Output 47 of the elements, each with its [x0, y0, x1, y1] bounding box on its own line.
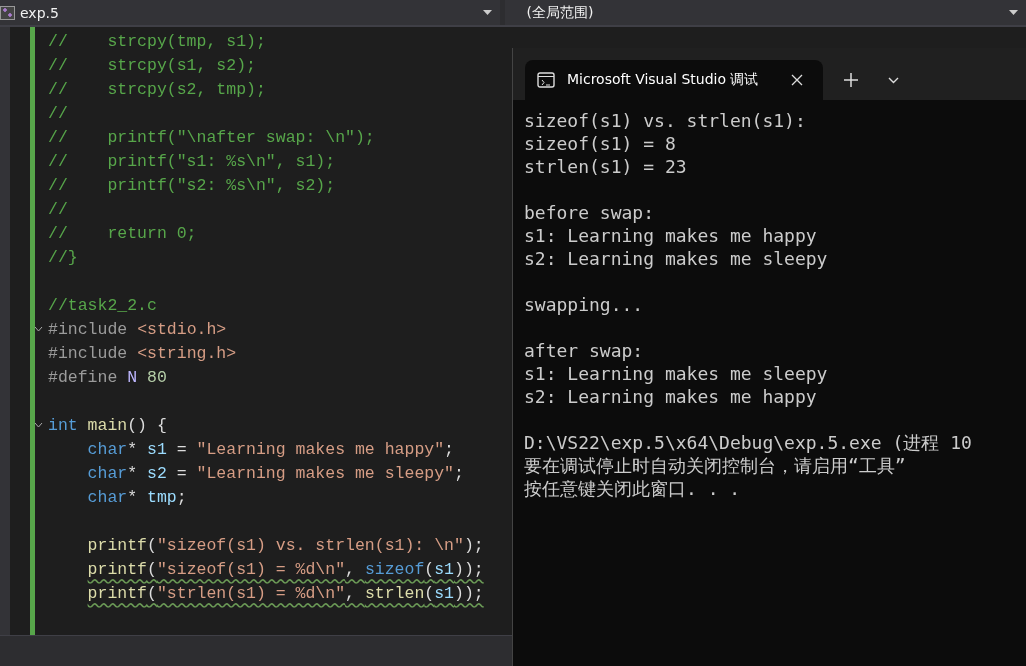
horizontal-scrollbar[interactable]: [0, 635, 512, 666]
code-line: char* s2 = "Learning makes me sleepy";: [87, 463, 464, 485]
code-line: //: [48, 199, 68, 221]
dropdown-caret-icon: [1009, 10, 1018, 15]
code-line: #include <string.h>: [48, 343, 237, 365]
chevron-down-icon: [887, 76, 899, 84]
code-line: // printf("\nafter swap: \n");: [48, 127, 375, 149]
code-line: #define N 80: [48, 367, 167, 389]
code-line: // strcpy(s2, tmp);: [48, 79, 266, 101]
console-line: 按任意键关闭此窗口. . .: [524, 477, 741, 500]
dropdown-caret-icon: [482, 10, 492, 15]
console-line: D:\VS22\exp.5\x64\Debug\exp.5.exe (进程 10: [524, 431, 972, 454]
collapse-icon[interactable]: [34, 422, 43, 428]
console-line: strlen(s1) = 23: [524, 155, 687, 178]
console-line: s1: Learning makes me happy: [524, 224, 817, 247]
console-line: s1: Learning makes me sleepy: [524, 362, 828, 385]
code-line: // printf("s2: %s\n", s2);: [48, 175, 336, 197]
close-icon: [791, 74, 803, 86]
console-tab[interactable]: Microsoft Visual Studio 调试: [525, 60, 823, 100]
terminal-icon: [537, 72, 555, 88]
plus-icon: [844, 73, 858, 87]
collapse-icon[interactable]: [34, 326, 43, 332]
console-line: sizeof(s1) vs. strlen(s1):: [524, 109, 806, 132]
code-line: #include <stdio.h>: [48, 318, 227, 342]
code-line: //}: [48, 247, 78, 269]
scope-dropdown[interactable]: (全局范围): [504, 0, 1026, 25]
project-icon: [0, 5, 15, 20]
console-line: after swap:: [524, 339, 644, 362]
code-line: //task2_2.c: [48, 295, 157, 317]
console-line: 要在调试停止时自动关闭控制台，请启用“工具”: [524, 454, 906, 477]
code-line: int main() {: [48, 414, 167, 438]
console-line: swapping...: [524, 293, 644, 316]
code-line: // printf("s1: %s\n", s1);: [48, 151, 336, 173]
code-line: // strcpy(tmp, s1);: [48, 31, 266, 53]
console-line: s2: Learning makes me happy: [524, 385, 817, 408]
code-line: //: [48, 103, 68, 125]
console-line: s2: Learning makes me sleepy: [524, 247, 828, 270]
code-line: // strcpy(s1, s2);: [48, 55, 256, 77]
console-line: sizeof(s1) = 8: [524, 132, 676, 155]
code-line: printf("strlen(s1) = %d\n", strlen(s1));: [87, 583, 484, 605]
code-line: printf("sizeof(s1) vs. strlen(s1): \n");: [87, 535, 484, 557]
code-line: printf("sizeof(s1) = %d\n", sizeof(s1));: [87, 559, 484, 581]
file-dropdown[interactable]: exp.5: [0, 0, 500, 25]
code-line: // return 0;: [48, 223, 197, 245]
code-line: char* s1 = "Learning makes me happy";: [87, 439, 454, 461]
code-line: char* tmp;: [87, 487, 187, 509]
console-line: before swap:: [524, 201, 655, 224]
